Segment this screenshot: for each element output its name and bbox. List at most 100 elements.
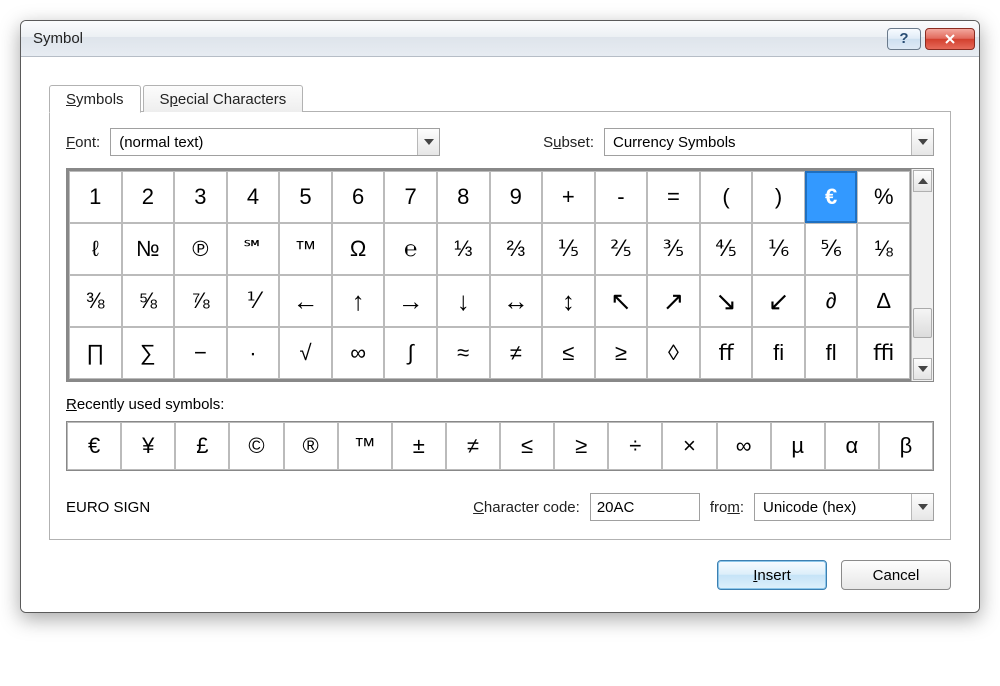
close-button[interactable] — [925, 28, 975, 50]
symbol-cell[interactable]: ⅝ — [122, 275, 175, 327]
subset-combo[interactable]: Currency Symbols — [604, 128, 934, 156]
insert-button[interactable]: Insert — [717, 560, 827, 590]
symbol-cell[interactable]: ) — [752, 171, 805, 223]
symbol-cell[interactable]: ≠ — [490, 327, 543, 379]
symbol-cell[interactable]: ↑ — [332, 275, 385, 327]
symbol-cell[interactable]: ⅟ — [227, 275, 280, 327]
symbol-cell[interactable]: 7 — [384, 171, 437, 223]
symbol-cell[interactable]: √ — [279, 327, 332, 379]
character-code-input[interactable]: 20AC — [590, 493, 700, 521]
symbol-cell[interactable]: Ω — [332, 223, 385, 275]
symbol-cell[interactable]: ⅙ — [752, 223, 805, 275]
scroll-up-button[interactable] — [913, 170, 932, 192]
symbol-cell[interactable]: ∑ — [122, 327, 175, 379]
recent-symbol-cell[interactable]: € — [67, 422, 121, 470]
recent-symbol-cell[interactable]: © — [229, 422, 283, 470]
symbol-cell[interactable]: ∞ — [332, 327, 385, 379]
help-button[interactable]: ? — [887, 28, 921, 50]
symbol-cell[interactable]: 9 — [490, 171, 543, 223]
symbol-cell[interactable]: ⅛ — [857, 223, 910, 275]
recent-symbol-cell[interactable]: α — [825, 422, 879, 470]
from-combo[interactable]: Unicode (hex) — [754, 493, 934, 521]
symbol-cell[interactable]: ℠ — [227, 223, 280, 275]
recent-symbol-cell[interactable]: ® — [284, 422, 338, 470]
symbol-cell[interactable]: 1 — [69, 171, 122, 223]
symbol-cell[interactable]: ∫ — [384, 327, 437, 379]
symbol-cell[interactable]: ⅚ — [805, 223, 858, 275]
symbol-cell[interactable]: ≈ — [437, 327, 490, 379]
font-combo[interactable]: (normal text) — [110, 128, 440, 156]
symbol-cell[interactable]: ( — [700, 171, 753, 223]
recent-symbol-cell[interactable]: × — [662, 422, 716, 470]
symbol-cell[interactable]: ﬀ — [700, 327, 753, 379]
symbol-cell[interactable]: → — [384, 275, 437, 327]
symbol-cell[interactable]: ⅜ — [69, 275, 122, 327]
symbol-cell[interactable]: ≤ — [542, 327, 595, 379]
symbol-cell[interactable]: % — [857, 171, 910, 223]
scroll-track[interactable] — [912, 193, 933, 357]
symbol-cell[interactable]: 3 — [174, 171, 227, 223]
symbol-cell[interactable]: − — [174, 327, 227, 379]
symbol-cell[interactable]: ↓ — [437, 275, 490, 327]
symbol-cell[interactable]: ↔ — [490, 275, 543, 327]
tab-special-characters[interactable]: Special Characters — [143, 85, 304, 112]
symbol-cell[interactable]: = — [647, 171, 700, 223]
symbol-cell[interactable]: ™ — [279, 223, 332, 275]
symbol-cell[interactable]: ∏ — [69, 327, 122, 379]
symbol-cell[interactable]: - — [595, 171, 648, 223]
symbol-cell[interactable]: ↕ — [542, 275, 595, 327]
symbol-cell[interactable]: ℮ — [384, 223, 437, 275]
symbol-cell[interactable]: ⅓ — [437, 223, 490, 275]
recent-symbol-cell[interactable]: ≤ — [500, 422, 554, 470]
recent-symbol-cell[interactable]: µ — [771, 422, 825, 470]
recent-symbol-cell[interactable]: ≠ — [446, 422, 500, 470]
symbol-cell[interactable]: 8 — [437, 171, 490, 223]
cancel-button[interactable]: Cancel — [841, 560, 951, 590]
symbol-cell[interactable]: ≥ — [595, 327, 648, 379]
symbol-cell[interactable]: 4 — [227, 171, 280, 223]
recent-symbol-cell[interactable]: ÷ — [608, 422, 662, 470]
scroll-down-button[interactable] — [913, 358, 932, 380]
symbol-cell[interactable]: 6 — [332, 171, 385, 223]
chevron-down-icon — [911, 129, 933, 155]
symbol-cell[interactable]: € — [805, 171, 858, 223]
symbol-cell[interactable]: ﬃ — [857, 327, 910, 379]
symbol-grid[interactable]: 123456789+-=()€% ℓ№℗℠™Ω℮⅓⅔⅕⅖⅗⅘⅙⅚⅛ ⅜⅝⅞⅟←↑→↓… — [67, 169, 911, 381]
grid-scrollbar[interactable] — [911, 169, 933, 381]
symbol-cell[interactable]: ↗ — [647, 275, 700, 327]
recent-symbols-grid[interactable]: €¥£©®™±≠≤≥÷×∞µαβ — [66, 421, 934, 471]
symbol-cell[interactable]: ﬁ — [752, 327, 805, 379]
recent-symbol-cell[interactable]: ± — [392, 422, 446, 470]
symbol-cell[interactable]: + — [542, 171, 595, 223]
symbol-cell[interactable]: 2 — [122, 171, 175, 223]
symbol-cell[interactable]: ℗ — [174, 223, 227, 275]
symbol-cell[interactable]: ⅖ — [595, 223, 648, 275]
symbol-cell[interactable]: ⅞ — [174, 275, 227, 327]
titlebar[interactable]: Symbol ? — [21, 21, 979, 57]
recent-symbol-cell[interactable]: ∞ — [717, 422, 771, 470]
symbol-cell[interactable]: ◊ — [647, 327, 700, 379]
recent-symbol-cell[interactable]: ™ — [338, 422, 392, 470]
character-name: EURO SIGN — [66, 499, 150, 516]
symbol-cell[interactable]: № — [122, 223, 175, 275]
symbol-cell[interactable]: ⅘ — [700, 223, 753, 275]
symbol-cell[interactable]: ⅗ — [647, 223, 700, 275]
symbol-cell[interactable]: 5 — [279, 171, 332, 223]
recent-symbol-cell[interactable]: ≥ — [554, 422, 608, 470]
symbol-cell[interactable]: ↖ — [595, 275, 648, 327]
symbol-cell[interactable]: ⅔ — [490, 223, 543, 275]
symbol-cell[interactable]: ℓ — [69, 223, 122, 275]
recent-symbol-cell[interactable]: £ — [175, 422, 229, 470]
scroll-thumb[interactable] — [913, 308, 932, 338]
symbol-cell[interactable]: ∂ — [805, 275, 858, 327]
recent-symbol-cell[interactable]: ¥ — [121, 422, 175, 470]
symbol-cell[interactable]: ∙ — [227, 327, 280, 379]
tab-symbols[interactable]: Symbols — [49, 85, 141, 113]
symbol-cell[interactable]: ﬂ — [805, 327, 858, 379]
symbol-cell[interactable]: ∆ — [857, 275, 910, 327]
recent-symbol-cell[interactable]: β — [879, 422, 933, 470]
symbol-cell[interactable]: ↘ — [700, 275, 753, 327]
symbol-cell[interactable]: ↙ — [752, 275, 805, 327]
symbol-cell[interactable]: ⅕ — [542, 223, 595, 275]
symbol-cell[interactable]: ← — [279, 275, 332, 327]
